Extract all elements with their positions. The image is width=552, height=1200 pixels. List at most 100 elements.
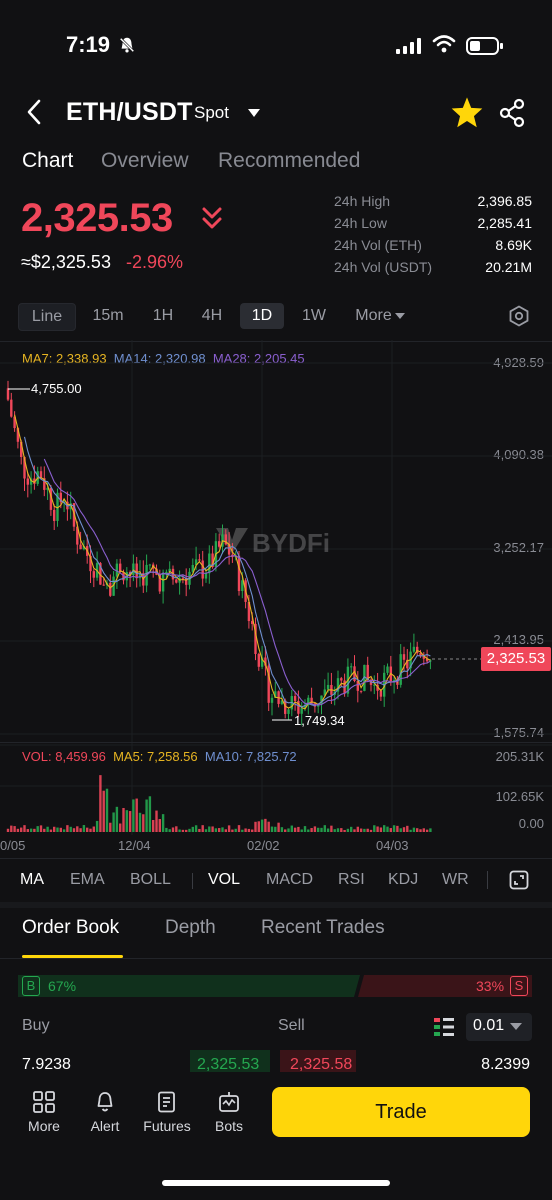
timeframe-1d[interactable]: 1D [240,303,284,329]
volume-bar [158,819,161,832]
volume-bar [36,826,39,832]
volume-bar [406,825,409,832]
volume-bar [175,826,178,832]
tab-recent-trades[interactable]: Recent Trades [261,917,385,939]
bell-muted-icon [119,37,135,53]
volume-bar [161,814,165,832]
tab-depth[interactable]: Depth [165,917,216,939]
volume-bar [152,819,155,832]
order-book-layout-icon[interactable] [434,1017,454,1037]
volume-bar [211,826,214,832]
volume-bar [277,822,280,832]
indicator-ema[interactable]: EMA [70,871,105,889]
timeframe-1w[interactable]: 1W [297,303,331,329]
tab-recommended[interactable]: Recommended [218,149,360,173]
volume-bar [188,828,191,832]
tab-overview[interactable]: Overview [101,149,189,173]
volume-bar [333,829,336,832]
volume-bar [148,796,152,832]
tab-order-book[interactable]: Order Book [22,917,119,939]
volume-bar [92,826,95,832]
volume-bar [257,821,260,832]
volume-bar [402,827,406,832]
back-arrow-icon[interactable] [24,98,44,126]
volume-bar [16,828,20,832]
volume-bar [254,821,257,832]
indicator-kdj[interactable]: KDJ [388,871,418,889]
volume-bar [389,828,392,832]
timeframe-more[interactable]: More [350,303,410,329]
volume-bar [320,827,323,832]
volume-bar [105,788,109,832]
indicator-ma[interactable]: MA [20,871,44,889]
volume-bar [373,825,376,832]
candle-body [10,399,13,417]
nav-bots-label[interactable]: Bots [205,1118,253,1134]
candle-body [326,684,330,690]
settings-gear-icon[interactable] [508,305,530,327]
home-indicator [162,1180,390,1186]
volume-bar [247,828,251,832]
candle-body [198,559,201,561]
tab-chart[interactable]: Chart [22,149,73,173]
volume-bar [142,814,145,832]
change-percent: -2.96% [126,252,184,272]
volume-bar [224,829,227,832]
indicator-vol[interactable]: VOL [208,871,240,889]
alert-bell-icon[interactable] [93,1090,117,1114]
volume-bar [409,829,412,832]
nav-futures-label[interactable]: Futures [138,1118,196,1134]
indicator-rsi[interactable]: RSI [338,871,365,889]
indicator-wr[interactable]: WR [442,871,469,889]
approx-usd-price: ≈$2,325.53 [21,252,111,272]
volume-bar [231,829,234,832]
market-type-selector[interactable]: Spot [194,103,229,123]
volume-bar [350,826,353,832]
volume-bar [303,826,307,832]
market-type-caret-icon[interactable] [248,109,260,117]
volume-bar [386,826,389,832]
timeframe-4h[interactable]: 4H [195,303,229,329]
volume-bar [359,828,363,832]
candle-body [386,666,389,673]
volume-bar [227,825,231,832]
indicator-boll[interactable]: BOLL [130,871,171,889]
volume-bar [356,826,359,832]
indicator-macd[interactable]: MACD [266,871,313,889]
fullscreen-icon[interactable] [509,870,529,890]
nav-more-label[interactable]: More [20,1118,68,1134]
bots-robot-icon[interactable] [217,1090,241,1114]
nav-alert-label[interactable]: Alert [81,1118,129,1134]
volume-bar [422,828,425,832]
volume-bar [125,810,128,832]
timeframe-1h[interactable]: 1H [146,303,180,329]
buy-ratio: 67% [48,978,77,994]
timeframe-15m[interactable]: 15m [86,303,130,329]
candle-body [6,388,10,400]
candlestick-chart[interactable]: BYDFi [0,340,552,840]
favorite-star-icon[interactable] [450,96,484,128]
volume-bar [204,829,208,832]
candle-body [148,564,152,566]
volume-bar [425,829,429,832]
vol-ma5-label: MA5: 7,258.56 [113,749,198,764]
trade-button[interactable]: Trade [272,1087,530,1137]
more-grid-icon[interactable] [32,1090,56,1114]
volume-bar [109,822,112,832]
volume-bar [270,826,274,832]
volume-bar [86,827,89,832]
volume-bar [122,807,125,832]
buy-sell-ratio-bar [18,975,532,997]
candle-body [26,478,29,485]
timeframe-more-label: More [355,307,392,324]
pair-title[interactable]: ETH/USDT [66,98,193,127]
volume-bar [119,823,122,832]
volume-bar [330,825,333,832]
date-axis-label: 04/03 [376,838,409,853]
futures-document-icon[interactable] [155,1090,179,1114]
date-axis-label: 0/05 [0,838,26,853]
share-icon[interactable] [498,98,526,128]
candle-body [237,555,241,592]
high-marker-label: 4,755.00 [31,381,82,396]
timeframe-line[interactable]: Line [18,303,76,331]
